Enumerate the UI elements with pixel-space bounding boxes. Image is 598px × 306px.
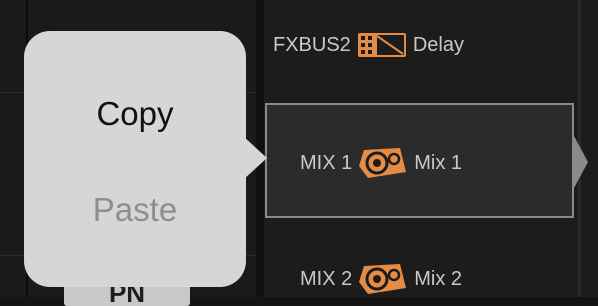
routing-row-fxbus2[interactable]: FXBUS2 Delay xyxy=(273,32,464,58)
destination-label: Mix 1 xyxy=(414,152,463,174)
bus-label: MIX 1 xyxy=(300,152,353,174)
wedge-monitor-icon xyxy=(358,262,408,296)
bus-label: MIX 2 xyxy=(300,268,353,290)
context-menu xyxy=(24,31,246,287)
selection-arrow-icon xyxy=(574,136,588,188)
context-menu-pointer xyxy=(243,136,267,180)
copy-menu-item[interactable]: Copy xyxy=(24,94,246,134)
wedge-monitor-icon xyxy=(358,146,408,180)
bus-label: FXBUS2 xyxy=(273,34,351,56)
destination-label: Delay xyxy=(412,34,464,56)
effects-rack-icon xyxy=(357,32,407,58)
routing-row-mix2[interactable]: MIX 2 Mix 2 xyxy=(300,262,462,296)
destination-label: Mix 2 xyxy=(414,268,463,290)
paste-menu-item[interactable]: Paste xyxy=(24,190,246,230)
routing-row-mix1[interactable]: MIX 1 Mix 1 xyxy=(300,146,462,180)
